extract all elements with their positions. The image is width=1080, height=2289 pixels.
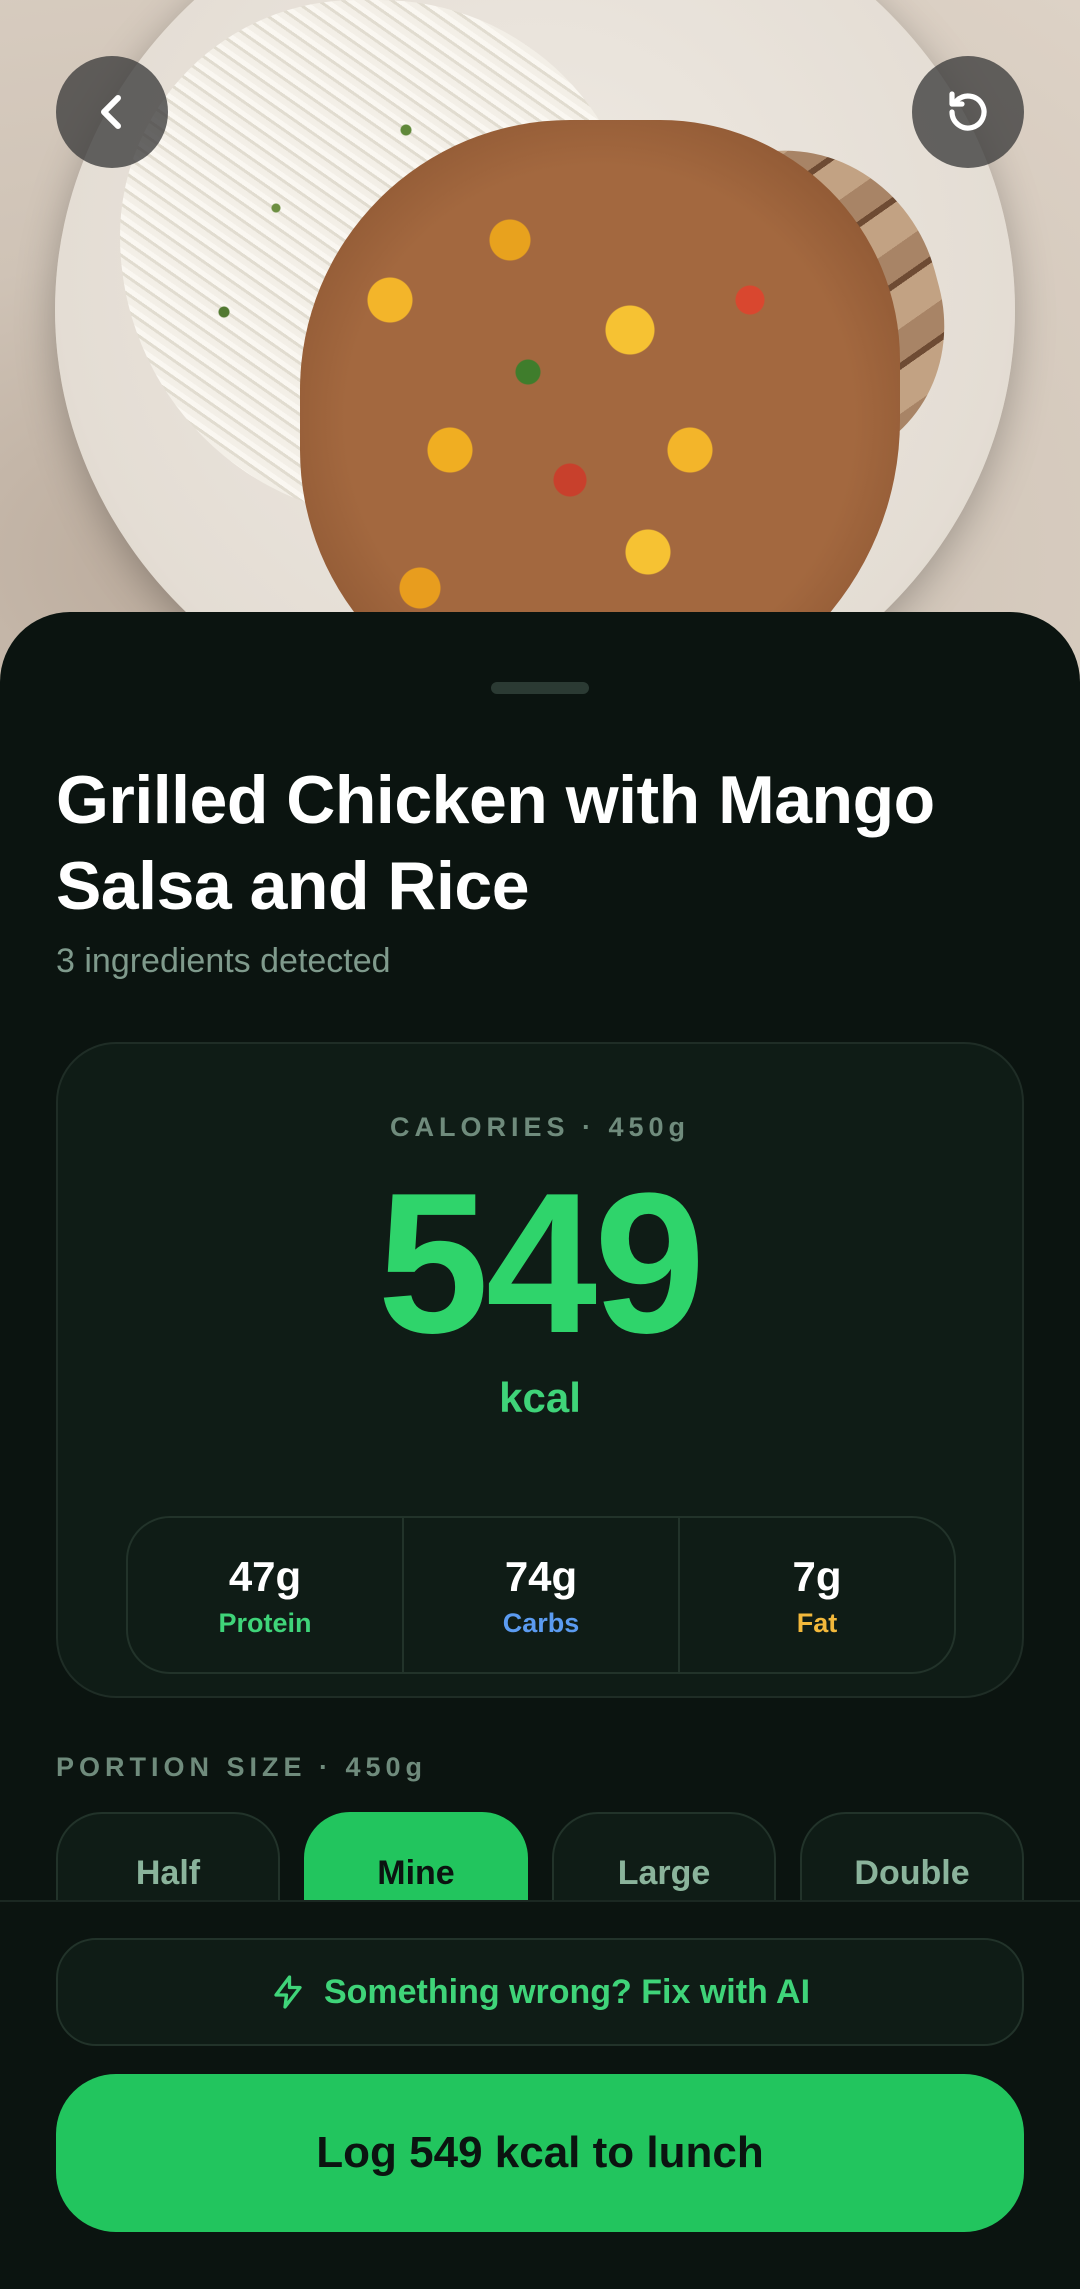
macro-name: Carbs	[502, 1607, 580, 1638]
macro-name: Fat	[796, 1607, 838, 1638]
macro-value: 74g	[504, 1552, 578, 1600]
lightning-icon	[274, 1975, 302, 2009]
fix-with-ai-label: Something wrong? Fix with AI	[323, 1972, 811, 2011]
macro-value: 7g	[792, 1552, 842, 1600]
chevron-left-icon	[101, 95, 121, 129]
calories-value: 549	[377, 1152, 706, 1375]
macro-protein: 47g Protein	[128, 1518, 404, 1672]
reset-button[interactable]	[912, 56, 1024, 168]
back-button[interactable]	[56, 56, 168, 168]
rotate-ccw-icon	[949, 91, 987, 131]
macro-value: 47g	[228, 1552, 302, 1600]
meal-title: Grilled Chicken with Mango Salsa and Ric…	[56, 762, 935, 924]
macro-carbs: 74g Carbs	[404, 1518, 680, 1672]
meal-photo	[0, 0, 1080, 700]
bottom-action-bar: Something wrong? Fix with AI Log 549 kca…	[0, 1900, 1080, 2289]
macro-fat: 7g Fat	[680, 1518, 954, 1672]
calories-label: CALORIES · 450g	[389, 1112, 691, 1142]
macro-name: Protein	[218, 1607, 312, 1638]
log-meal-button[interactable]: Log 549 kcal to lunch	[56, 2074, 1024, 2232]
fix-with-ai-button[interactable]: Something wrong? Fix with AI	[56, 1938, 1024, 2046]
calories-unit: kcal	[499, 1374, 581, 1421]
sheet-handle[interactable]	[491, 682, 589, 694]
macros-row: 47g Protein 74g Carbs 7g Fat	[126, 1516, 956, 1674]
ingredients-count: 3 ingredients detected	[56, 942, 391, 980]
portion-size-label: PORTION SIZE · 450g	[56, 1752, 428, 1782]
calories-card: CALORIES · 450g 549 kcal 47g Protein 74g…	[56, 1042, 1024, 1698]
